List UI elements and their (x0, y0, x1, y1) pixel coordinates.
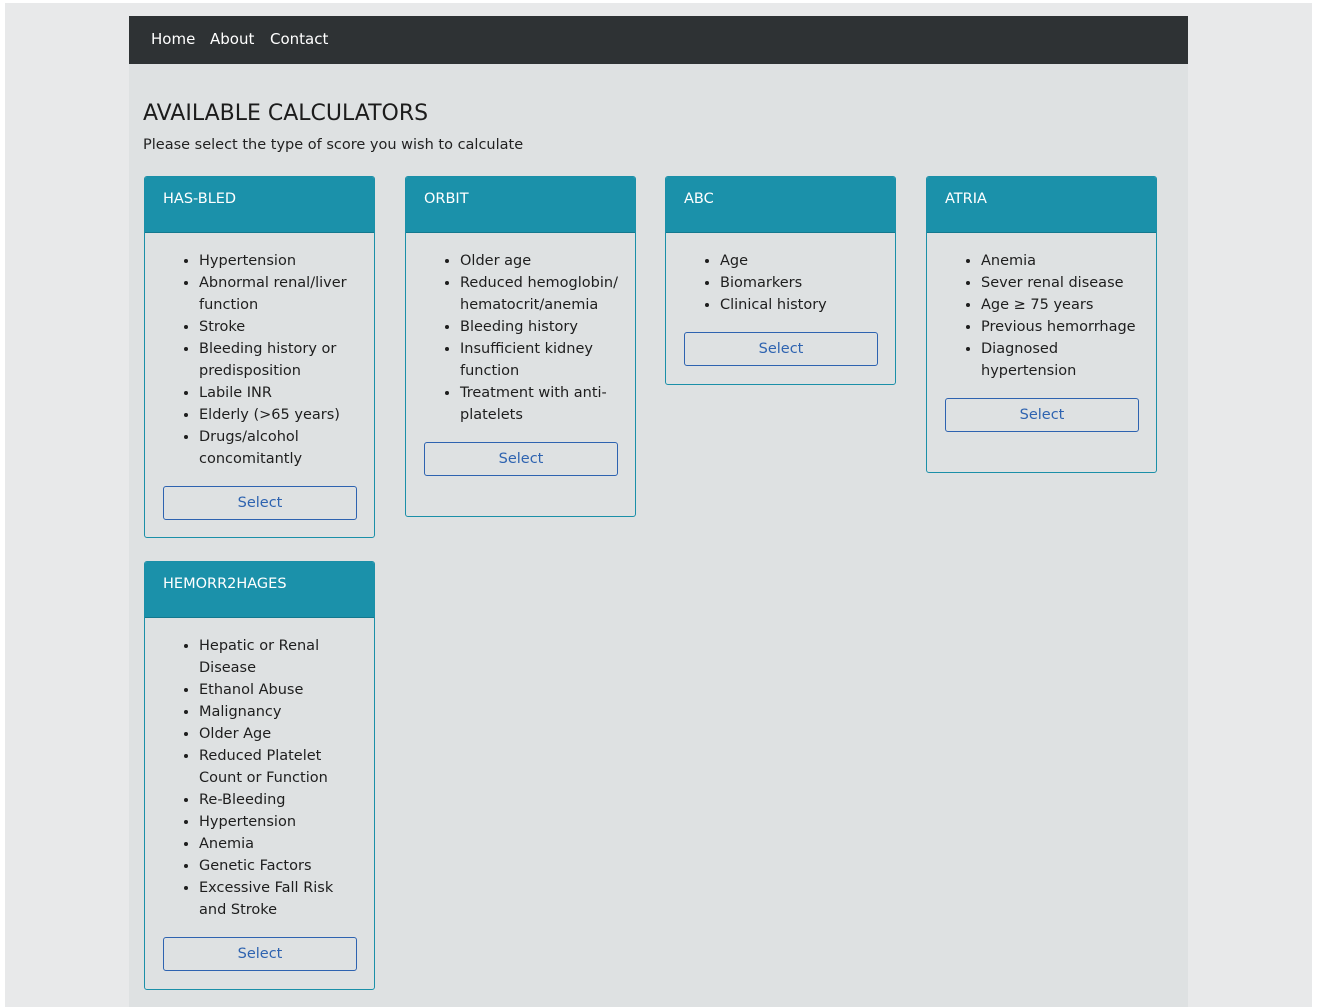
nav-contact-link[interactable]: Contact (270, 30, 328, 48)
select-button-orbit[interactable]: Select (424, 442, 618, 476)
card-hemorr2hages: HEMORR2HAGES Hepatic or Renal Disease Et… (144, 561, 375, 990)
card-header-hemorr2hages: HEMORR2HAGES (145, 562, 374, 618)
card-criteria-list: Older age Reduced hemoglobin/hematocrit/… (406, 250, 635, 426)
navbar: Home About Contact (129, 16, 1188, 64)
list-item: Reduced Platelet Count or Function (199, 745, 364, 789)
list-item: Re-Bleeding (199, 789, 364, 811)
select-button-hemorr2hages[interactable]: Select (163, 937, 357, 971)
list-item: Genetic Factors (199, 855, 364, 877)
list-item: Hepatic or Renal Disease (199, 635, 364, 679)
list-item: Diagnosed hypertension (981, 338, 1146, 382)
card-criteria-list: Hypertension Abnormal renal/liver functi… (145, 250, 374, 470)
main-container: Home About Contact AVAILABLE CALCULATORS… (129, 16, 1188, 1007)
select-button-has-bled[interactable]: Select (163, 486, 357, 520)
list-item: Clinical history (720, 294, 885, 316)
list-item: Hypertension (199, 811, 364, 833)
list-item: Insufficient kidney function (460, 338, 625, 382)
list-item: Biomarkers (720, 272, 885, 294)
card-header-orbit: ORBIT (406, 177, 635, 233)
nav-about-link[interactable]: About (210, 30, 254, 48)
card-header-has-bled: HAS-BLED (145, 177, 374, 233)
list-item: Sever renal disease (981, 272, 1146, 294)
list-item: Ethanol Abuse (199, 679, 364, 701)
list-item: Older Age (199, 723, 364, 745)
nav-home-link[interactable]: Home (151, 30, 195, 48)
list-item: Treatment with anti-platelets (460, 382, 625, 426)
select-button-abc[interactable]: Select (684, 332, 878, 366)
card-orbit: ORBIT Older age Reduced hemoglobin/hemat… (405, 176, 636, 517)
list-item: Previous hemorrhage (981, 316, 1146, 338)
list-item: Anemia (981, 250, 1146, 272)
list-item: Excessive Fall Risk and Stroke (199, 877, 364, 921)
list-item: Bleeding history (460, 316, 625, 338)
card-header-abc: ABC (666, 177, 895, 233)
list-item: Abnormal renal/liver function (199, 272, 364, 316)
card-criteria-list: Hepatic or Renal Disease Ethanol Abuse M… (145, 635, 374, 921)
list-item: Age (720, 250, 885, 272)
page-title: AVAILABLE CALCULATORS (143, 101, 429, 126)
list-item: Bleeding history or predisposition (199, 338, 364, 382)
list-item: Age ≥ 75 years (981, 294, 1146, 316)
list-item: Reduced hemoglobin/hematocrit/anemia (460, 272, 625, 316)
page-subtitle: Please select the type of score you wish… (143, 137, 524, 153)
card-atria: ATRIA Anemia Sever renal disease Age ≥ 7… (926, 176, 1157, 473)
card-criteria-list: Age Biomarkers Clinical history (666, 250, 895, 316)
card-abc: ABC Age Biomarkers Clinical history Sele… (665, 176, 896, 385)
list-item: Drugs/alcohol concomitantly (199, 426, 364, 470)
select-button-atria[interactable]: Select (945, 398, 1139, 432)
list-item: Anemia (199, 833, 364, 855)
list-item: Elderly (>65 years) (199, 404, 364, 426)
card-header-atria: ATRIA (927, 177, 1156, 233)
card-criteria-list: Anemia Sever renal disease Age ≥ 75 year… (927, 250, 1156, 382)
card-has-bled: HAS-BLED Hypertension Abnormal renal/liv… (144, 176, 375, 538)
list-item: Stroke (199, 316, 364, 338)
list-item: Hypertension (199, 250, 364, 272)
list-item: Older age (460, 250, 625, 272)
list-item: Labile INR (199, 382, 364, 404)
page-background: Home About Contact AVAILABLE CALCULATORS… (5, 3, 1312, 1007)
list-item: Malignancy (199, 701, 364, 723)
